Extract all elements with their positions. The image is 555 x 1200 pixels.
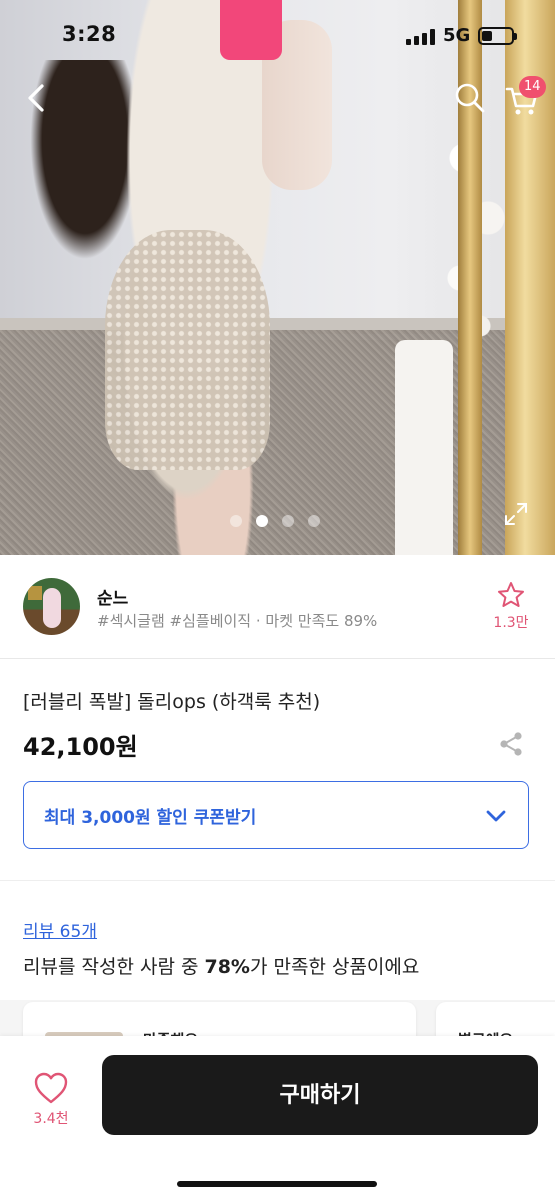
review-count-link[interactable]: 리뷰 65개 [23,917,97,942]
review-satisfaction-percent: 78% [204,956,250,978]
heart-icon[interactable] [33,1071,69,1105]
status-bar: 3:28 5G [0,0,555,76]
share-icon[interactable] [497,730,525,758]
carousel-dot[interactable] [230,515,242,527]
status-time: 3:28 [62,22,117,46]
review-summary-suffix: 가 만족한 상품이에요 [249,956,420,978]
coupon-button[interactable]: 최대 3,000원 할인 쿠폰받기 [23,781,529,849]
seller-row[interactable]: 순느 #섹시글램 #심플베이직 · 마켓 만족도 89% [0,555,555,659]
seller-name[interactable]: 순느 [97,584,128,609]
review-summary-prefix: 리뷰를 작성한 사람 중 [23,956,205,978]
carousel-dot[interactable] [308,515,320,527]
carousel-dot[interactable] [256,515,268,527]
product-title: [러블리 폭발] 돌리ops (하객룩 추천) [23,691,321,713]
chevron-down-icon [484,804,508,828]
star-icon[interactable] [496,580,526,610]
carousel-dot[interactable] [282,515,294,527]
review-card-carousel[interactable]: 만족해요 별로에요 [0,1000,555,1040]
battery-icon [478,27,517,45]
follow-count: 1.3만 [493,615,529,631]
product-price: 42,100원 [23,733,138,761]
network-label: 5G [443,25,471,46]
photo-chair [395,340,453,555]
review-summary: 리뷰를 작성한 사람 중 78%가 만족한 상품이에요 [23,952,419,979]
carousel-pagination [230,515,320,527]
like-count: 3.4천 [33,1111,69,1127]
chevron-left-icon[interactable] [18,78,58,118]
review-card[interactable]: 별로에요 [436,1002,555,1040]
buy-button[interactable]: 구매하기 [102,1055,538,1135]
signal-icon [406,29,436,45]
expand-icon[interactable] [503,501,529,527]
section-divider [0,880,555,881]
search-icon[interactable] [452,80,488,116]
battery-level [482,31,492,41]
review-card[interactable]: 만족해요 [23,1002,416,1040]
cart-count-badge: 14 [519,76,546,98]
seller-avatar[interactable] [23,578,80,635]
coupon-label: 최대 3,000원 할인 쿠폰받기 [44,808,257,828]
home-indicator [177,1181,377,1187]
seller-tags: #섹시글램 #심플베이직 · 마켓 만족도 89% [97,612,378,630]
photo-lace-dress [105,230,270,470]
